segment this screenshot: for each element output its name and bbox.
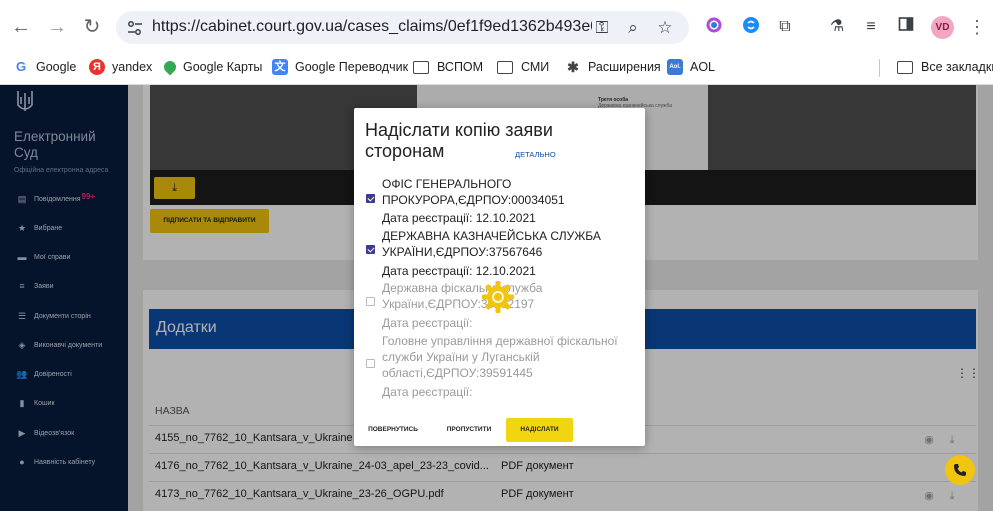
send-button[interactable]: НАДІСЛАТИ [506,418,573,442]
bookmark-star-icon[interactable]: ☆ [655,18,675,38]
bookmark-yandex[interactable]: Я yandex [89,56,152,78]
bookmark-extensions[interactable]: ✱ Расширения [565,56,661,78]
call-button[interactable] [945,455,975,485]
folder-icon [413,60,429,74]
party-name: ОФІС ГЕНЕРАЛЬНОГО ПРОКУРОРА,ЄДРПОУ:00034… [382,177,565,207]
loading-gear-icon [482,281,514,313]
color-extension-icon[interactable] [703,16,725,38]
back-button[interactable]: ПОВЕРНУТИСЬ [368,418,418,442]
send-copy-dialog: Надіслати копію заяви сторонам ДЕТАЛЬНО … [354,108,645,446]
password-key-icon[interactable]: ⚿ [592,18,612,38]
address-bar[interactable]: https://cabinet.court.gov.ua/cases_claim… [116,11,689,44]
party-checkbox[interactable] [366,245,375,254]
bookmark-folder-smi[interactable]: СМИ [497,56,549,78]
media-queue-icon[interactable]: ≡ [860,16,882,38]
browser-menu-icon[interactable]: ⋮ [968,16,986,38]
party-checkbox[interactable] [366,297,375,306]
forward-arrow-icon[interactable]: → [44,14,70,40]
party-checkbox[interactable] [366,359,375,368]
bookmarks-bar: G Google Я yandex Google Карты 文 Google … [0,54,993,85]
party-checkbox[interactable] [366,194,375,203]
party-name: ДЕРЖАВНА КАЗНАЧЕЙСЬКА СЛУЖБА УКРАЇНИ,ЄДР… [382,229,601,259]
puzzle-icon: ✱ [567,59,579,75]
party-registration-date: Дата реєстрації: 12.10.2021 [382,211,536,225]
bookmark-google-maps[interactable]: Google Карты [161,56,262,78]
bookmark-google[interactable]: G Google [13,56,76,78]
party-name: Головне управління державної фіскальної … [382,334,618,380]
bookmark-folder-vspom[interactable]: ВСПОМ [413,56,483,78]
reload-icon[interactable]: ↻ [79,14,105,40]
translate-icon: 文 [272,59,288,75]
site-info-icon[interactable] [126,19,144,37]
phone-icon [954,464,966,476]
bookmarks-separator [879,59,880,77]
google-icon: G [13,59,29,75]
party-registration-date: Дата реєстрації: [382,316,473,330]
yandex-icon: Я [89,59,105,75]
aol-icon: Aol. [667,59,683,75]
zoom-icon[interactable]: ⌕ [623,18,643,38]
side-panel-icon[interactable] [895,16,917,38]
url-text[interactable]: https://cabinet.court.gov.ua/cases_claim… [152,18,592,36]
folder-icon [497,60,513,74]
bookmark-google-translate[interactable]: 文 Google Переводчик [272,56,408,78]
all-bookmarks[interactable]: Все закладки [897,56,993,78]
bookmark-aol[interactable]: Aol. AOL [667,56,715,78]
party-registration-date: Дата реєстрації: 12.10.2021 [382,264,536,278]
extensions-puzzle-icon[interactable]: ⧉ [774,16,796,38]
back-arrow-icon[interactable]: ← [8,14,34,40]
profile-avatar[interactable]: VD [931,16,954,39]
party-registration-date: Дата реєстрації: [382,385,473,399]
skip-button[interactable]: ПРОПУСТИТИ [446,418,492,442]
browser-toolbar: ← → ↻ https://cabinet.court.gov.ua/cases… [0,0,993,54]
labs-flask-icon[interactable]: ⚗ [826,16,848,38]
details-link[interactable]: ДЕТАЛЬНО [515,150,556,159]
maps-icon [161,58,179,76]
shazam-extension-icon[interactable] [740,16,762,38]
folder-icon [897,60,913,74]
